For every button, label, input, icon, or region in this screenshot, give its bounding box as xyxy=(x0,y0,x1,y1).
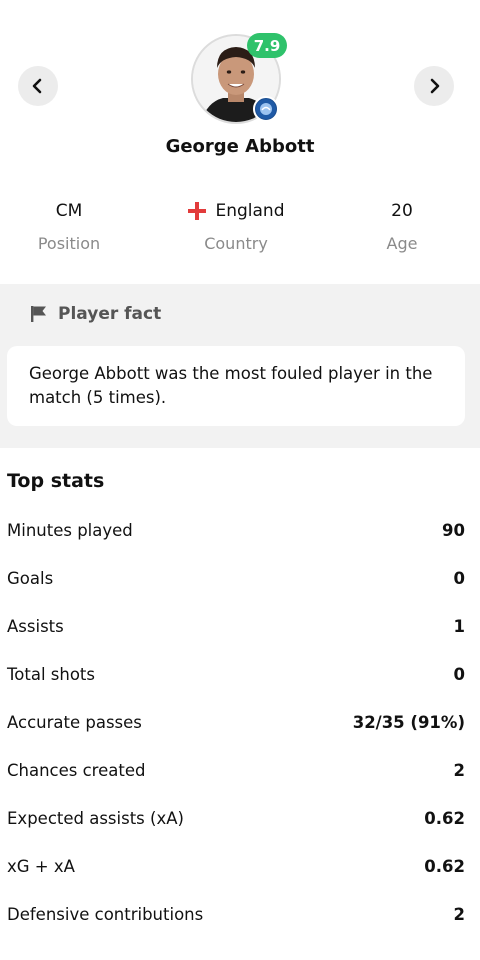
player-info-row: CM Position England Country 20 Age xyxy=(0,198,480,268)
stat-value: 0.62 xyxy=(424,856,465,876)
player-avatar-wrap: 7.9 xyxy=(191,33,287,124)
stat-value: 0.62 xyxy=(424,808,465,828)
club-crest-icon xyxy=(253,96,279,122)
stat-label: Expected assists (xA) xyxy=(7,808,184,828)
stat-value: 0 xyxy=(453,664,465,684)
stat-row-expected-assists: Expected assists (xA) 0.62 xyxy=(7,803,465,833)
stat-label: Minutes played xyxy=(7,520,133,540)
chevron-right-icon xyxy=(430,78,440,94)
stat-row-total-shots: Total shots 0 xyxy=(7,659,465,689)
player-name: George Abbott xyxy=(165,136,315,157)
stat-row-xg-xa: xG + xA 0.62 xyxy=(7,851,465,881)
stat-value: 90 xyxy=(442,520,465,540)
country-value: England xyxy=(215,201,285,221)
position-label: Position xyxy=(37,234,101,253)
stat-row-defensive-contributions: Defensive contributions 2 xyxy=(7,899,465,929)
country-label: Country xyxy=(204,234,268,253)
stat-value: 0 xyxy=(453,568,465,588)
stat-row-chances-created: Chances created 2 xyxy=(7,755,465,785)
stat-row-accurate-passes: Accurate passes 32/35 (91%) xyxy=(7,707,465,737)
stat-label: Defensive contributions xyxy=(7,904,204,924)
stat-row-assists: Assists 1 xyxy=(7,611,465,641)
stat-value: 1 xyxy=(453,616,465,636)
player-fact-card: George Abbott was the most fouled player… xyxy=(7,346,465,426)
country-info: England Country xyxy=(166,198,306,253)
stat-row-minutes-played: Minutes played 90 xyxy=(7,515,465,545)
stat-label: Assists xyxy=(7,616,64,636)
age-label: Age xyxy=(386,234,418,253)
stat-value: 2 xyxy=(453,904,465,924)
next-player-button[interactable] xyxy=(414,66,454,106)
previous-player-button[interactable] xyxy=(18,66,58,106)
top-stats-title: Top stats xyxy=(7,470,105,492)
stat-row-goals: Goals 0 xyxy=(7,563,465,593)
country-value-wrap: England xyxy=(166,198,306,224)
age-info: 20 Age xyxy=(352,198,452,253)
player-header: 7.9 George Abbott CM Position England Co… xyxy=(0,0,480,284)
player-fact-section: Player fact George Abbott was the most f… xyxy=(0,284,480,448)
stat-label: Chances created xyxy=(7,760,146,780)
rating-badge: 7.9 xyxy=(247,33,287,58)
stat-label: Total shots xyxy=(7,664,95,684)
stat-label: Accurate passes xyxy=(7,712,142,732)
player-fact-header: Player fact xyxy=(30,304,161,324)
flag-icon xyxy=(31,306,46,322)
position-info: CM Position xyxy=(20,198,118,253)
chevron-left-icon xyxy=(32,78,42,94)
age-value: 20 xyxy=(391,201,413,221)
player-fact-text: George Abbott was the most fouled player… xyxy=(29,364,433,407)
stat-value: 2 xyxy=(453,760,465,780)
position-value: CM xyxy=(55,201,83,221)
stat-label: xG + xA xyxy=(7,856,75,876)
stat-value: 32/35 (91%) xyxy=(352,712,465,732)
england-flag-icon xyxy=(188,202,207,220)
player-fact-title: Player fact xyxy=(58,304,162,324)
stat-label: Goals xyxy=(7,568,54,588)
